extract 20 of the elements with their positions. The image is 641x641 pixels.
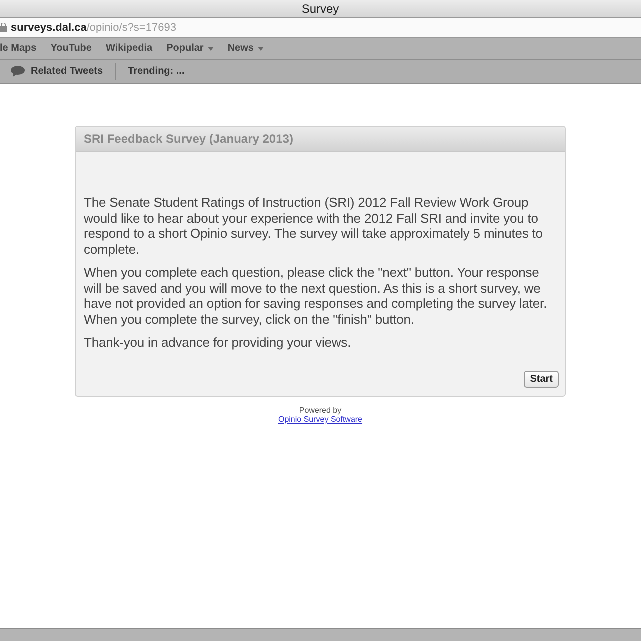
survey-title: SRI Feedback Survey (January 2013) — [84, 132, 294, 146]
trending-label: Trending: ... — [128, 66, 185, 77]
address-bar-url[interactable]: surveys.dal.ca/opinio/s?s=17693 — [11, 22, 176, 34]
bookmark-link[interactable]: News — [228, 43, 264, 54]
bookmark-link[interactable]: Popular — [166, 43, 214, 54]
intro-paragraph: When you complete each question, please click the "next" button. Your response will be saved and you will move to the next question. As this is a short survey, we have not provided an option for saving responses and completing the survey later. When you complete the survey, click on the "finish" button. — [84, 265, 548, 327]
intro-paragraph: Thank-you in advance for providing your views. — [84, 335, 352, 350]
intro-paragraph: The Senate Student Ratings of Instruction (SRI) 2012 Fall Review Work Group would like to hear about your experience with the 2012 Fall SRI and invite you to respond to a short Opinio survey. The survey will take approximately 5 minutes to complete. — [84, 195, 544, 257]
caret-icon — [258, 46, 264, 50]
caret-icon — [208, 46, 214, 50]
lock-icon — [0, 23, 7, 32]
related-tweets-button[interactable]: Related Tweets — [31, 66, 104, 77]
bookmark-link[interactable]: Wikipedia — [106, 43, 153, 54]
powered-by-text: Powered by — [299, 406, 342, 414]
window-title: Survey — [302, 2, 340, 16]
bookmark-link[interactable]: le Maps — [0, 43, 37, 54]
software-link[interactable]: Opinio Survey Software — [278, 414, 363, 424]
bookmark-link[interactable]: YouTube — [50, 43, 92, 54]
speech-bubble-icon — [11, 66, 25, 77]
start-button[interactable]: Start — [524, 370, 559, 388]
